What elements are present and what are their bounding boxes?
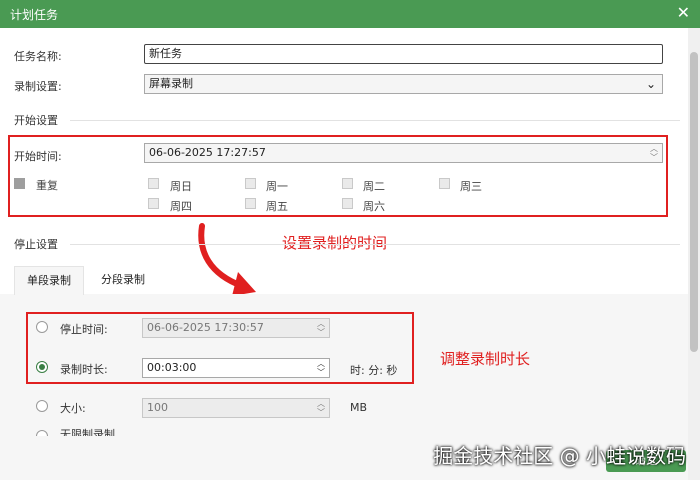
annotation-note-2: 调整录制时长 (440, 350, 531, 368)
size-input[interactable]: 100 ︿ ﹀ (142, 398, 330, 418)
annotation-note-1: 设置录制的时间 (282, 234, 388, 252)
size-value: 100 (147, 401, 168, 414)
scrollbar[interactable] (688, 28, 700, 480)
size-unit: MB (350, 401, 368, 414)
tab-single[interactable]: 单段录制 (14, 266, 84, 295)
start-section-title: 开始设置 (14, 114, 58, 127)
highlight-box-start (8, 135, 668, 217)
size-label: 大小: (60, 402, 86, 415)
spin-up-icon[interactable]: ︿ (317, 400, 325, 408)
watermark: 掘金技术社区 @ 小蛙说数码 (433, 444, 686, 468)
annotation-arrow-icon (198, 223, 256, 296)
task-name-input[interactable]: 新任务 (144, 44, 663, 64)
title-bar: 计划任务 ✕ (0, 0, 700, 28)
tab-segment[interactable]: 分段录制 (92, 266, 154, 294)
record-setting-value: 屏幕录制 (149, 77, 193, 90)
task-name-label: 任务名称: (14, 50, 62, 63)
window-title: 计划任务 (10, 8, 59, 22)
record-setting-label: 录制设置: (14, 80, 62, 93)
scrollbar-thumb[interactable] (690, 52, 698, 352)
stop-section-title: 停止设置 (14, 238, 58, 251)
divider (70, 120, 680, 121)
highlight-box-duration (26, 312, 414, 384)
radio-size[interactable] (36, 400, 48, 412)
chevron-down-icon: ⌄ (645, 77, 656, 91)
record-setting-select[interactable]: 屏幕录制 ⌄ (144, 74, 663, 94)
close-icon[interactable]: ✕ (677, 3, 690, 22)
unlimited-label: 无限制录制 (60, 428, 115, 436)
divider (70, 244, 680, 245)
spin-down-icon[interactable]: ﹀ (317, 409, 325, 417)
